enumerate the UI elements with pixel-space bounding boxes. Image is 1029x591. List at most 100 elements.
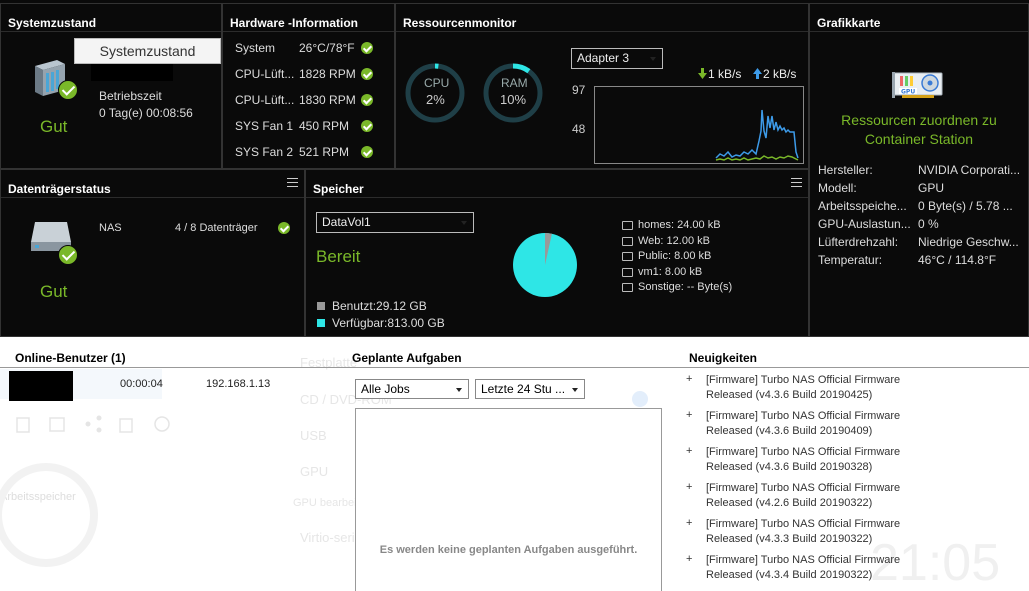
folder-icon [622, 283, 633, 292]
news-item[interactable]: [Firmware] Turbo NAS Official Firmware R… [706, 517, 900, 547]
news-item-line2: Released (v4.3.6 Build 20190409) [706, 425, 873, 437]
lower-area: Festplatte CD / DVD-ROM USB GPU GPU bear… [0, 337, 1029, 591]
gpu-row-label: Modell: [818, 181, 857, 195]
hardware-row-label: SYS Fan 2 [235, 145, 294, 159]
storage-menu-icon[interactable] [791, 178, 802, 187]
disk-count: 4 / 8 Datenträger [175, 222, 258, 234]
online-user-time: 00:00:04 [120, 378, 163, 390]
gpu-row-value: NVIDIA Corporati... [918, 163, 1021, 177]
news-item-line2: Released (v4.3.6 Build 20190328) [706, 461, 873, 473]
scheduled-tasks-title: Geplante Aufgaben [352, 351, 462, 365]
hardware-ok-icon [361, 120, 373, 132]
storage-pie-chart [513, 233, 577, 297]
news-item[interactable]: [Firmware] Turbo NAS Official Firmware R… [706, 409, 900, 439]
resource-monitor-panel: Ressourcenmonitor CPU 2% RAM 10% Adapter… [395, 3, 809, 169]
shared-folder-item: Web: 12.00 kB [638, 234, 710, 247]
adapter-select[interactable]: Adapter 3 [571, 48, 663, 69]
news-item[interactable]: [Firmware] Turbo NAS Official Firmware R… [706, 445, 900, 475]
hardware-row-label: SYS Fan 1 [235, 119, 294, 133]
hardware-info-panel: Hardware -Information System 26°C/78°F C… [222, 3, 395, 169]
hardware-info-title: Hardware -Information [223, 4, 394, 32]
system-health-title: Systemzustand [1, 4, 221, 32]
jobs-filter-select[interactable]: Alle Jobs [355, 379, 469, 399]
disk-status: Gut [40, 282, 68, 301]
news-expand-icon[interactable]: + [686, 445, 692, 457]
gpu-row-label: GPU-Auslastun... [818, 217, 911, 231]
volume-select[interactable]: DataVol1 [316, 212, 474, 233]
shared-folder-item: vm1: 8.00 kB [638, 265, 703, 278]
news-item-line1: [Firmware] Turbo NAS Official Firmware [706, 374, 901, 386]
disk-status-panel: Datenträgerstatus Gut NAS 4 / 8 Datenträ… [0, 169, 305, 337]
redacted-username [9, 371, 73, 401]
news-item-line2: Released (v4.2.6 Build 20190322) [706, 497, 873, 509]
folder-icon [622, 267, 633, 277]
upload-arrow-icon [753, 68, 762, 79]
used-legend: Benutzt:29.12 GB [332, 299, 427, 313]
ghost-item-usb: USB [300, 428, 327, 443]
free-legend-swatch [317, 319, 325, 327]
disk-count-ok-icon [278, 222, 290, 234]
hardware-row-label: CPU-Lüft... [235, 93, 295, 107]
chart-y-mid: 48 [572, 122, 586, 136]
scheduled-tasks-empty: Es werden keine geplanten Aufgaben ausge… [379, 544, 638, 556]
news-expand-icon[interactable]: + [686, 373, 692, 385]
news-expand-icon[interactable]: + [686, 409, 692, 421]
gpu-row-value: 0 Byte(s) / 5.78 ... [918, 199, 1013, 213]
cpu-label: CPU [424, 76, 450, 90]
ghost-toolbar-icons [16, 415, 176, 433]
news-item-line1: [Firmware] Turbo NAS Official Firmware [706, 482, 901, 494]
ghost-item-gpu: GPU [300, 464, 329, 479]
online-users-divider [0, 367, 1029, 368]
graphics-card-panel: Grafikkarte GPU Ressourcen zuordnen zu C… [809, 3, 1029, 337]
used-legend-swatch [317, 302, 325, 310]
news-expand-icon[interactable]: + [686, 517, 692, 529]
folder-icon [622, 252, 633, 261]
hardware-row-label: CPU-Lüft... [235, 67, 295, 81]
ghost-memory-ring [0, 463, 98, 567]
news-item[interactable]: [Firmware] Turbo NAS Official Firmware R… [706, 373, 900, 403]
disk-menu-icon[interactable] [287, 178, 298, 187]
system-status: Gut [40, 117, 68, 136]
scheduled-tasks-list [355, 408, 662, 591]
folder-icon [622, 236, 633, 246]
ram-value: 10% [500, 92, 527, 107]
uptime-label: Betriebszeit [99, 89, 162, 103]
hardware-row-value: 450 RPM [299, 119, 350, 133]
news-item[interactable]: [Firmware] Turbo NAS Official Firmware R… [706, 481, 900, 511]
gpu-row-label: Lüfterdrehzahl: [818, 235, 899, 249]
online-users-title: Online-Benutzer (1) [15, 351, 126, 365]
news-expand-icon[interactable]: + [686, 553, 692, 565]
shared-folder-item: Sonstige: -- Byte(s) [638, 281, 733, 293]
news-title: Neuigkeiten [689, 351, 758, 365]
hardware-row-value: 1828 RPM [299, 67, 356, 81]
gpu-assign-link-line1[interactable]: Ressourcen zuordnen zu [810, 113, 1028, 127]
system-tooltip: Systemzustand [74, 38, 221, 64]
online-user-ip: 192.168.1.13 [206, 378, 271, 390]
ghost-info-icon [632, 391, 648, 407]
hardware-row-value: 26°C/78°F [299, 41, 355, 55]
download-rate: 1 kB/s [708, 67, 742, 81]
gpu-row-value: 46°C / 114.8°F [918, 253, 997, 267]
free-legend: Verfügbar:813.00 GB [332, 316, 445, 330]
cpu-value: 2% [426, 92, 445, 107]
time-filter-select[interactable]: Letzte 24 Stu ... [475, 379, 585, 399]
chart-y-top: 97 [572, 83, 586, 97]
news-item-line1: [Firmware] Turbo NAS Official Firmware [706, 410, 901, 422]
gpu-row-label: Hersteller: [818, 163, 873, 177]
storage-title: Speicher [306, 170, 808, 198]
hardware-row-label: System [235, 41, 276, 55]
news-item-line2: Released (v4.3.4 Build 20190322) [706, 569, 873, 581]
system-health-panel: Systemzustand Gut Systemzustand Betriebs… [0, 3, 222, 169]
gpu-assign-link-line2[interactable]: Container Station [810, 132, 1028, 146]
uptime-value: 0 Tag(e) 00:08:56 [99, 106, 193, 120]
redacted-hostname [91, 64, 173, 81]
gpu-row-value: GPU [918, 181, 945, 195]
upload-rate: 2 kB/s [763, 67, 797, 81]
news-item-line2: Released (v4.3.6 Build 20190425) [706, 389, 873, 401]
disk-ok-icon [58, 245, 78, 265]
news-expand-icon[interactable]: + [686, 481, 692, 493]
gpu-row-value: Niedrige Geschw... [918, 235, 1019, 249]
news-item[interactable]: [Firmware] Turbo NAS Official Firmware R… [706, 553, 900, 583]
shared-folder-item: homes: 24.00 kB [638, 219, 721, 231]
hardware-ok-icon [361, 68, 373, 80]
